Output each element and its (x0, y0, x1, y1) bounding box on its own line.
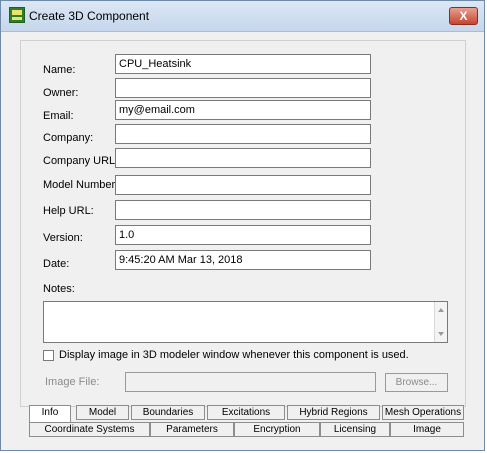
display-image-checkbox[interactable] (43, 350, 54, 361)
image-file-label: Image File: (45, 376, 100, 388)
tab-mesh-operations[interactable]: Mesh Operations (382, 405, 464, 420)
tab-coordinate-systems[interactable]: Coordinate Systems (29, 422, 150, 437)
dialog-title: Create 3D Component (29, 9, 150, 23)
close-button[interactable]: X (449, 7, 478, 25)
owner-field[interactable] (115, 78, 371, 98)
tab-strip: Info Model Boundaries Excitations Hybrid… (29, 405, 464, 439)
image-file-field (125, 372, 376, 392)
email-field[interactable]: my@email.com (115, 100, 371, 120)
tab-excitations[interactable]: Excitations (207, 405, 285, 420)
model-number-label: Model Number: (43, 179, 119, 191)
tab-image[interactable]: Image (390, 422, 464, 437)
app-icon (9, 7, 25, 23)
browse-button: Browse... (385, 373, 448, 392)
notes-textarea[interactable] (43, 301, 448, 343)
scroll-down-arrow-icon[interactable] (438, 332, 444, 336)
display-image-label[interactable]: Display image in 3D modeler window whene… (59, 349, 409, 361)
version-label: Version: (43, 232, 83, 244)
company-label: Company: (43, 132, 94, 144)
model-number-field[interactable] (115, 175, 371, 195)
tab-licensing[interactable]: Licensing (320, 422, 390, 437)
tab-hybrid-regions[interactable]: Hybrid Regions (287, 405, 380, 420)
tab-model[interactable]: Model (76, 405, 129, 420)
email-label: Email: (43, 110, 74, 122)
tab-parameters[interactable]: Parameters (150, 422, 234, 437)
dialog-window: Create 3D Component X Name: CPU_Heatsink… (0, 0, 485, 451)
notes-label: Notes: (43, 283, 75, 295)
tab-encryption[interactable]: Encryption (234, 422, 320, 437)
title-bar[interactable]: Create 3D Component X (1, 1, 484, 32)
date-field[interactable]: 9:45:20 AM Mar 13, 2018 (115, 250, 371, 270)
help-url-label: Help URL: (43, 205, 94, 217)
notes-scrollbar[interactable] (434, 302, 447, 342)
tab-boundaries[interactable]: Boundaries (131, 405, 205, 420)
version-field[interactable]: 1.0 (115, 225, 371, 245)
close-icon: X (459, 9, 468, 23)
help-url-field[interactable] (115, 200, 371, 220)
company-field[interactable] (115, 124, 371, 144)
tab-info[interactable]: Info (29, 405, 71, 422)
name-field[interactable]: CPU_Heatsink (115, 54, 371, 74)
date-label: Date: (43, 258, 70, 270)
name-label: Name: (43, 64, 76, 76)
company-url-label: Company URL: (43, 155, 119, 167)
owner-label: Owner: (43, 87, 79, 99)
company-url-field[interactable] (115, 148, 371, 168)
scroll-up-arrow-icon[interactable] (438, 308, 444, 312)
